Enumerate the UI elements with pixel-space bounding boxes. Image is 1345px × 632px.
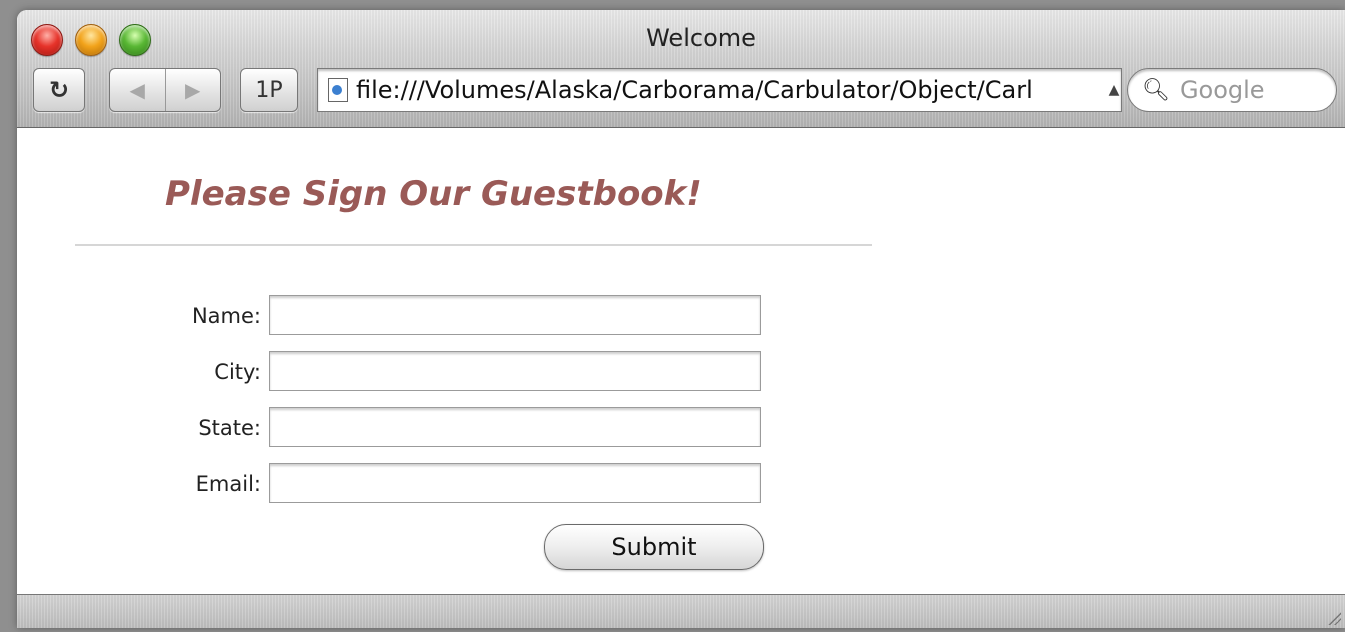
horizontal-rule	[75, 244, 872, 246]
resize-grip-icon[interactable]	[1327, 611, 1341, 625]
back-forward-buttons: ◀ ▶	[109, 68, 221, 112]
reload-button[interactable]: ↻	[33, 68, 85, 112]
address-history-arrow-icon[interactable]: ▲	[1107, 82, 1121, 98]
name-input[interactable]	[269, 295, 761, 335]
name-label: Name:	[191, 304, 261, 328]
page-content: Please Sign Our Guestbook! Name: City: S…	[17, 128, 1345, 594]
city-label: City:	[214, 360, 261, 384]
back-arrow-icon[interactable]: ◀	[110, 78, 165, 102]
submit-button[interactable]: Submit	[544, 524, 764, 570]
email-label: Email:	[195, 472, 261, 496]
state-label: State:	[198, 416, 261, 440]
email-input[interactable]	[269, 463, 761, 503]
window-title: Welcome	[646, 24, 756, 52]
city-input[interactable]	[269, 351, 761, 391]
address-text: file:///Volumes/Alaska/Carborama/Carbula…	[356, 76, 1033, 104]
search-field[interactable]: 🔍︎ Google	[1127, 68, 1337, 112]
search-placeholder: Google	[1179, 76, 1265, 104]
snapback-button[interactable]: 1P	[240, 68, 298, 112]
browser-window: Welcome ↻ ◀ ▶ 1P file:///Volumes/Alaska/…	[17, 10, 1345, 628]
status-bar	[17, 594, 1345, 628]
state-input[interactable]	[269, 407, 761, 447]
page-heading: Please Sign Our Guestbook!	[165, 174, 702, 214]
reload-icon: ↻	[48, 76, 70, 104]
title-bar: Welcome ↻ ◀ ▶ 1P file:///Volumes/Alaska/…	[17, 10, 1345, 128]
forward-arrow-icon[interactable]: ▶	[166, 78, 221, 102]
search-magnifier-icon[interactable]: 🔍︎	[1142, 78, 1170, 103]
address-bar[interactable]: file:///Volumes/Alaska/Carborama/Carbula…	[317, 68, 1122, 112]
page-document-icon	[328, 78, 348, 102]
